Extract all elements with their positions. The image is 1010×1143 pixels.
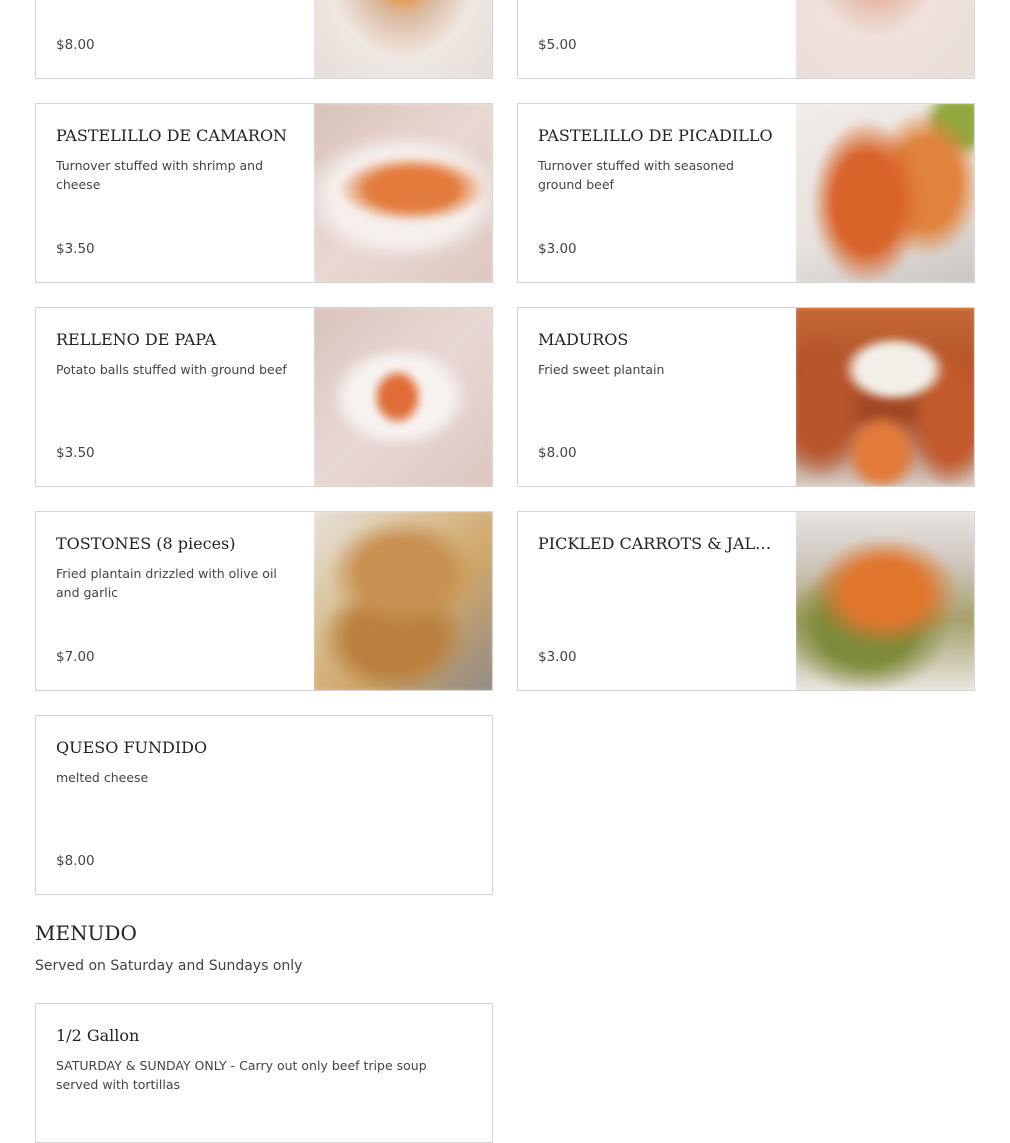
menu-item-card[interactable]: RELLENO DE PAPA Potato balls stuffed wit… [35, 307, 493, 487]
item-price: $3.50 [56, 445, 95, 461]
item-photo [796, 104, 974, 282]
item-photo [796, 512, 974, 690]
menu-item-card[interactable]: 1/2 Gallon SATURDAY & SUNDAY ONLY - Carr… [35, 1003, 493, 1143]
item-description: Potato balls stuffed with ground beef [56, 362, 287, 377]
item-name: PICKLED CARROTS & JALAP… [538, 534, 774, 553]
menu-item-card[interactable]: PASTELILLO DE PICADILLO Turnover stuffed… [517, 103, 975, 283]
item-photo [314, 0, 492, 78]
item-price: $5.00 [538, 37, 577, 53]
item-price: $8.00 [56, 853, 95, 869]
item-name: PASTELILLO DE CAMARON [56, 126, 288, 145]
item-photo [314, 308, 492, 486]
menu-item-card[interactable]: PICKLED CARROTS & JALAP… $3.00 [517, 511, 975, 691]
item-name: PASTELILLO DE PICADILLO [538, 126, 773, 145]
item-description: Turnover stuffed with seasoned ground be… [538, 158, 734, 192]
section-subtitle: Served on Saturday and Sundays only [35, 958, 303, 974]
item-name: MADUROS [538, 330, 629, 349]
item-price: $3.00 [538, 241, 577, 257]
menu-item-card[interactable]: $5.00 [517, 0, 975, 79]
item-description: SATURDAY & SUNDAY ONLY - Carry out only … [56, 1058, 427, 1092]
item-photo [796, 308, 974, 486]
item-description: Fried plantain drizzled with olive oil a… [56, 566, 277, 600]
item-name: RELLENO DE PAPA [56, 330, 217, 349]
item-description: melted cheese [56, 770, 149, 785]
item-price: $3.50 [56, 241, 95, 257]
menu-item-card[interactable]: TOSTONES (8 pieces) Fried plantain drizz… [35, 511, 493, 691]
item-name: 1/2 Gallon [56, 1026, 140, 1045]
item-price: $3.00 [538, 649, 577, 665]
item-photo [314, 104, 492, 282]
item-photo [796, 0, 974, 78]
item-price: $8.00 [538, 445, 577, 461]
item-price: $7.00 [56, 649, 95, 665]
item-name: QUESO FUNDIDO [56, 738, 208, 757]
menu-item-card[interactable]: PASTELILLO DE CAMARON Turnover stuffed w… [35, 103, 493, 283]
item-photo [314, 512, 492, 690]
section-title: MENUDO [35, 921, 137, 945]
item-name: TOSTONES (8 pieces) [56, 534, 236, 553]
item-description: Turnover stuffed with shrimp and cheese [56, 158, 264, 192]
menu-item-card[interactable]: MADUROS Fried sweet plantain $8.00 [517, 307, 975, 487]
item-price: $8.00 [56, 37, 95, 53]
menu-item-card[interactable]: $8.00 [35, 0, 493, 79]
item-description: Fried sweet plantain [538, 362, 665, 377]
menu-item-card[interactable]: QUESO FUNDIDO melted cheese $8.00 [35, 715, 493, 895]
